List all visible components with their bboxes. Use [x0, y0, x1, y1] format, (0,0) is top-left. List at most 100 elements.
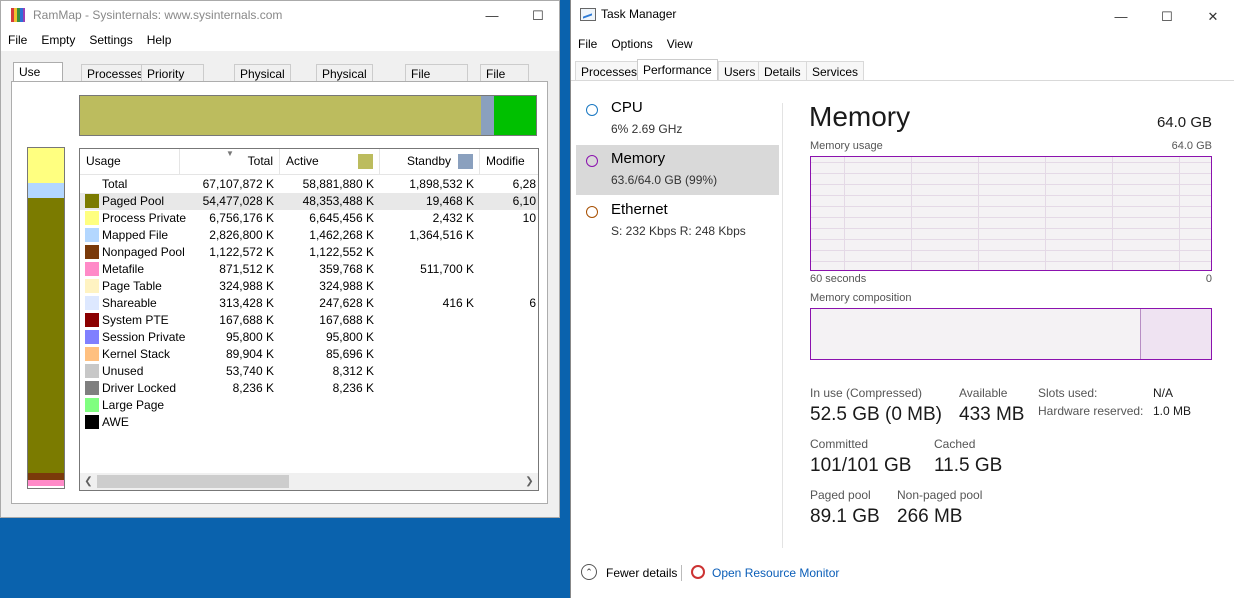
tab-processes[interactable]: Processes — [575, 61, 644, 81]
table-row[interactable]: Page Table 324,988 K 324,988 K — [80, 278, 538, 295]
bar-standby — [481, 96, 494, 135]
menu-empty[interactable]: Empty — [34, 31, 82, 49]
sort-arrow-icon: ▼ — [226, 149, 234, 158]
cell-modified: 6,10 — [512, 194, 536, 208]
performance-panel: CPU 6% 2.69 GHz Memory 63.6/64.0 GB (99%… — [571, 80, 1234, 556]
table-row[interactable]: Unused 53,740 K 8,312 K — [80, 363, 538, 380]
non-paged-pool-value: 266 MB — [897, 506, 963, 527]
tab-processes[interactable]: Processes — [81, 64, 150, 82]
table-row[interactable]: Paged Pool 54,477,028 K 48,353,488 K 19,468… — [80, 193, 538, 210]
maximize-button[interactable]: ☐ — [515, 1, 561, 31]
menu-settings[interactable]: Settings — [82, 31, 139, 49]
tab-use-counts[interactable]: Use Counts — [13, 62, 64, 97]
tab-physical-pages[interactable]: Physical Pages — [234, 64, 291, 99]
open-resource-monitor-link[interactable]: Open Resource Monitor — [712, 566, 839, 580]
table-row[interactable]: Mapped File 2,826,800 K 1,462,268 K 1,364,5… — [80, 227, 538, 244]
page-title: Memory — [809, 101, 911, 132]
table-row[interactable]: Nonpaged Pool 1,122,572 K 1,122,552 K — [80, 244, 538, 261]
cell-total: 54,477,028 K — [202, 194, 274, 208]
col-modified[interactable]: Modifie — [480, 149, 538, 174]
memory-composition-label: Memory composition — [810, 292, 912, 304]
paged-pool-value: 89.1 GB — [810, 506, 880, 527]
committed-label: Committed — [810, 437, 869, 451]
maximize-button[interactable]: ☐ — [1144, 2, 1190, 32]
row-color-chip — [85, 330, 99, 344]
vbar-metafile — [28, 480, 64, 486]
memory-composition-bar — [810, 308, 1212, 360]
col-total[interactable]: ▼ Total — [180, 149, 280, 174]
table-row[interactable]: Driver Locked 8,236 K 8,236 K — [80, 380, 538, 397]
cell-name: Mapped File — [102, 228, 169, 242]
horizontal-scrollbar[interactable]: ❮ ❯ — [80, 473, 538, 490]
tab-users[interactable]: Users — [718, 61, 762, 81]
menu-file[interactable]: File — [1, 31, 34, 49]
graph-time-left: 60 seconds — [810, 273, 867, 285]
task-manager-icon — [580, 8, 596, 21]
memory-indicator-icon — [586, 155, 598, 167]
cell-name: Shareable — [102, 296, 157, 310]
table-row[interactable]: Process Private 6,756,176 K 6,645,456 K 2,4… — [80, 210, 538, 227]
sidebar-item-ethernet[interactable]: Ethernet S: 232 Kbps R: 248 Kbps — [576, 196, 779, 246]
row-color-chip — [85, 364, 99, 378]
cell-total: 1,122,572 K — [209, 245, 274, 259]
use-counts-table: Usage ▼ Total Active Standby Modifie Tota… — [79, 148, 539, 491]
table-row[interactable]: Session Private 95,800 K 95,800 K — [80, 329, 538, 346]
in-use-label: In use (Compressed) — [810, 386, 923, 400]
col-active[interactable]: Active — [280, 149, 380, 174]
table-row[interactable]: Large Page — [80, 397, 538, 414]
table-row[interactable]: AWE — [80, 414, 538, 431]
taskmgr-title: Task Manager — [601, 7, 677, 21]
minimize-button[interactable]: — — [1098, 2, 1144, 32]
taskmgr-titlebar[interactable]: Task Manager — ☐ ✕ — [571, 0, 1234, 30]
table-row[interactable]: Metafile 871,512 K 359,768 K 511,700 K — [80, 261, 538, 278]
sidebar-item-memory[interactable]: Memory 63.6/64.0 GB (99%) — [576, 145, 779, 195]
tab-file-details[interactable]: File Details — [480, 64, 529, 99]
cell-total: 6,756,176 K — [209, 211, 274, 225]
menu-options[interactable]: Options — [604, 35, 659, 53]
sidebar-item-label: CPU — [611, 99, 643, 116]
row-color-chip — [85, 211, 99, 225]
menu-help[interactable]: Help — [140, 31, 179, 49]
composition-standby — [1141, 309, 1211, 359]
tab-services[interactable]: Services — [806, 61, 865, 81]
fewer-details-button[interactable]: Fewer details — [606, 566, 677, 580]
table-row[interactable]: Shareable 313,428 K 247,628 K 416 K 6 — [80, 295, 538, 312]
cell-total: 95,800 K — [225, 330, 274, 344]
table-row[interactable]: System PTE 167,688 K 167,688 K — [80, 312, 538, 329]
taskmgr-menubar: File Options View — [571, 35, 1234, 55]
col-standby[interactable]: Standby — [380, 149, 480, 174]
sidebar-item-cpu[interactable]: CPU 6% 2.69 GHz — [576, 94, 779, 144]
chevron-up-icon[interactable]: ⌃ — [581, 564, 597, 580]
tab-priority-summary[interactable]: Priority Summary — [141, 64, 205, 99]
cell-name: Large Page — [102, 398, 165, 412]
table-header: Usage ▼ Total Active Standby Modifie — [80, 149, 538, 175]
table-row[interactable]: Total 67,107,872 K 58,881,880 K 1,898,532 K… — [80, 176, 538, 193]
cell-total: 67,107,872 K — [202, 177, 274, 191]
scroll-thumb[interactable] — [97, 475, 289, 488]
row-color-chip — [85, 228, 99, 242]
cell-modified: 6,28 — [512, 177, 536, 191]
table-row[interactable]: Kernel Stack 89,904 K 85,696 K — [80, 346, 538, 363]
col-usage[interactable]: Usage — [80, 149, 180, 174]
menu-view[interactable]: View — [660, 35, 700, 53]
tab-performance[interactable]: Performance — [637, 59, 718, 81]
cell-standby: 1,898,532 K — [409, 177, 474, 191]
sidebar-item-detail: 63.6/64.0 GB (99%) — [611, 173, 718, 187]
tab-details[interactable]: Details — [758, 61, 807, 81]
menu-file[interactable]: File — [571, 35, 604, 53]
close-button[interactable]: ✕ — [1190, 2, 1234, 32]
bar-active — [80, 96, 481, 135]
rammap-titlebar[interactable]: RamMap - Sysinternals: www.sysinternals.… — [1, 1, 559, 31]
row-color-chip — [85, 194, 99, 208]
cell-active: 359,768 K — [319, 262, 374, 276]
cell-active: 58,881,880 K — [302, 177, 374, 191]
resource-monitor-icon[interactable] — [691, 565, 705, 579]
cell-name: Paged Pool — [102, 194, 165, 208]
tab-physical-ranges[interactable]: Physical Ranges — [316, 64, 373, 99]
row-color-chip — [85, 279, 99, 293]
col-total-label: Total — [247, 154, 273, 168]
cell-active: 95,800 K — [325, 330, 374, 344]
scroll-left-icon[interactable]: ❮ — [80, 473, 97, 490]
scroll-right-icon[interactable]: ❯ — [521, 473, 538, 490]
tab-file-summary[interactable]: File Summary — [405, 64, 469, 99]
